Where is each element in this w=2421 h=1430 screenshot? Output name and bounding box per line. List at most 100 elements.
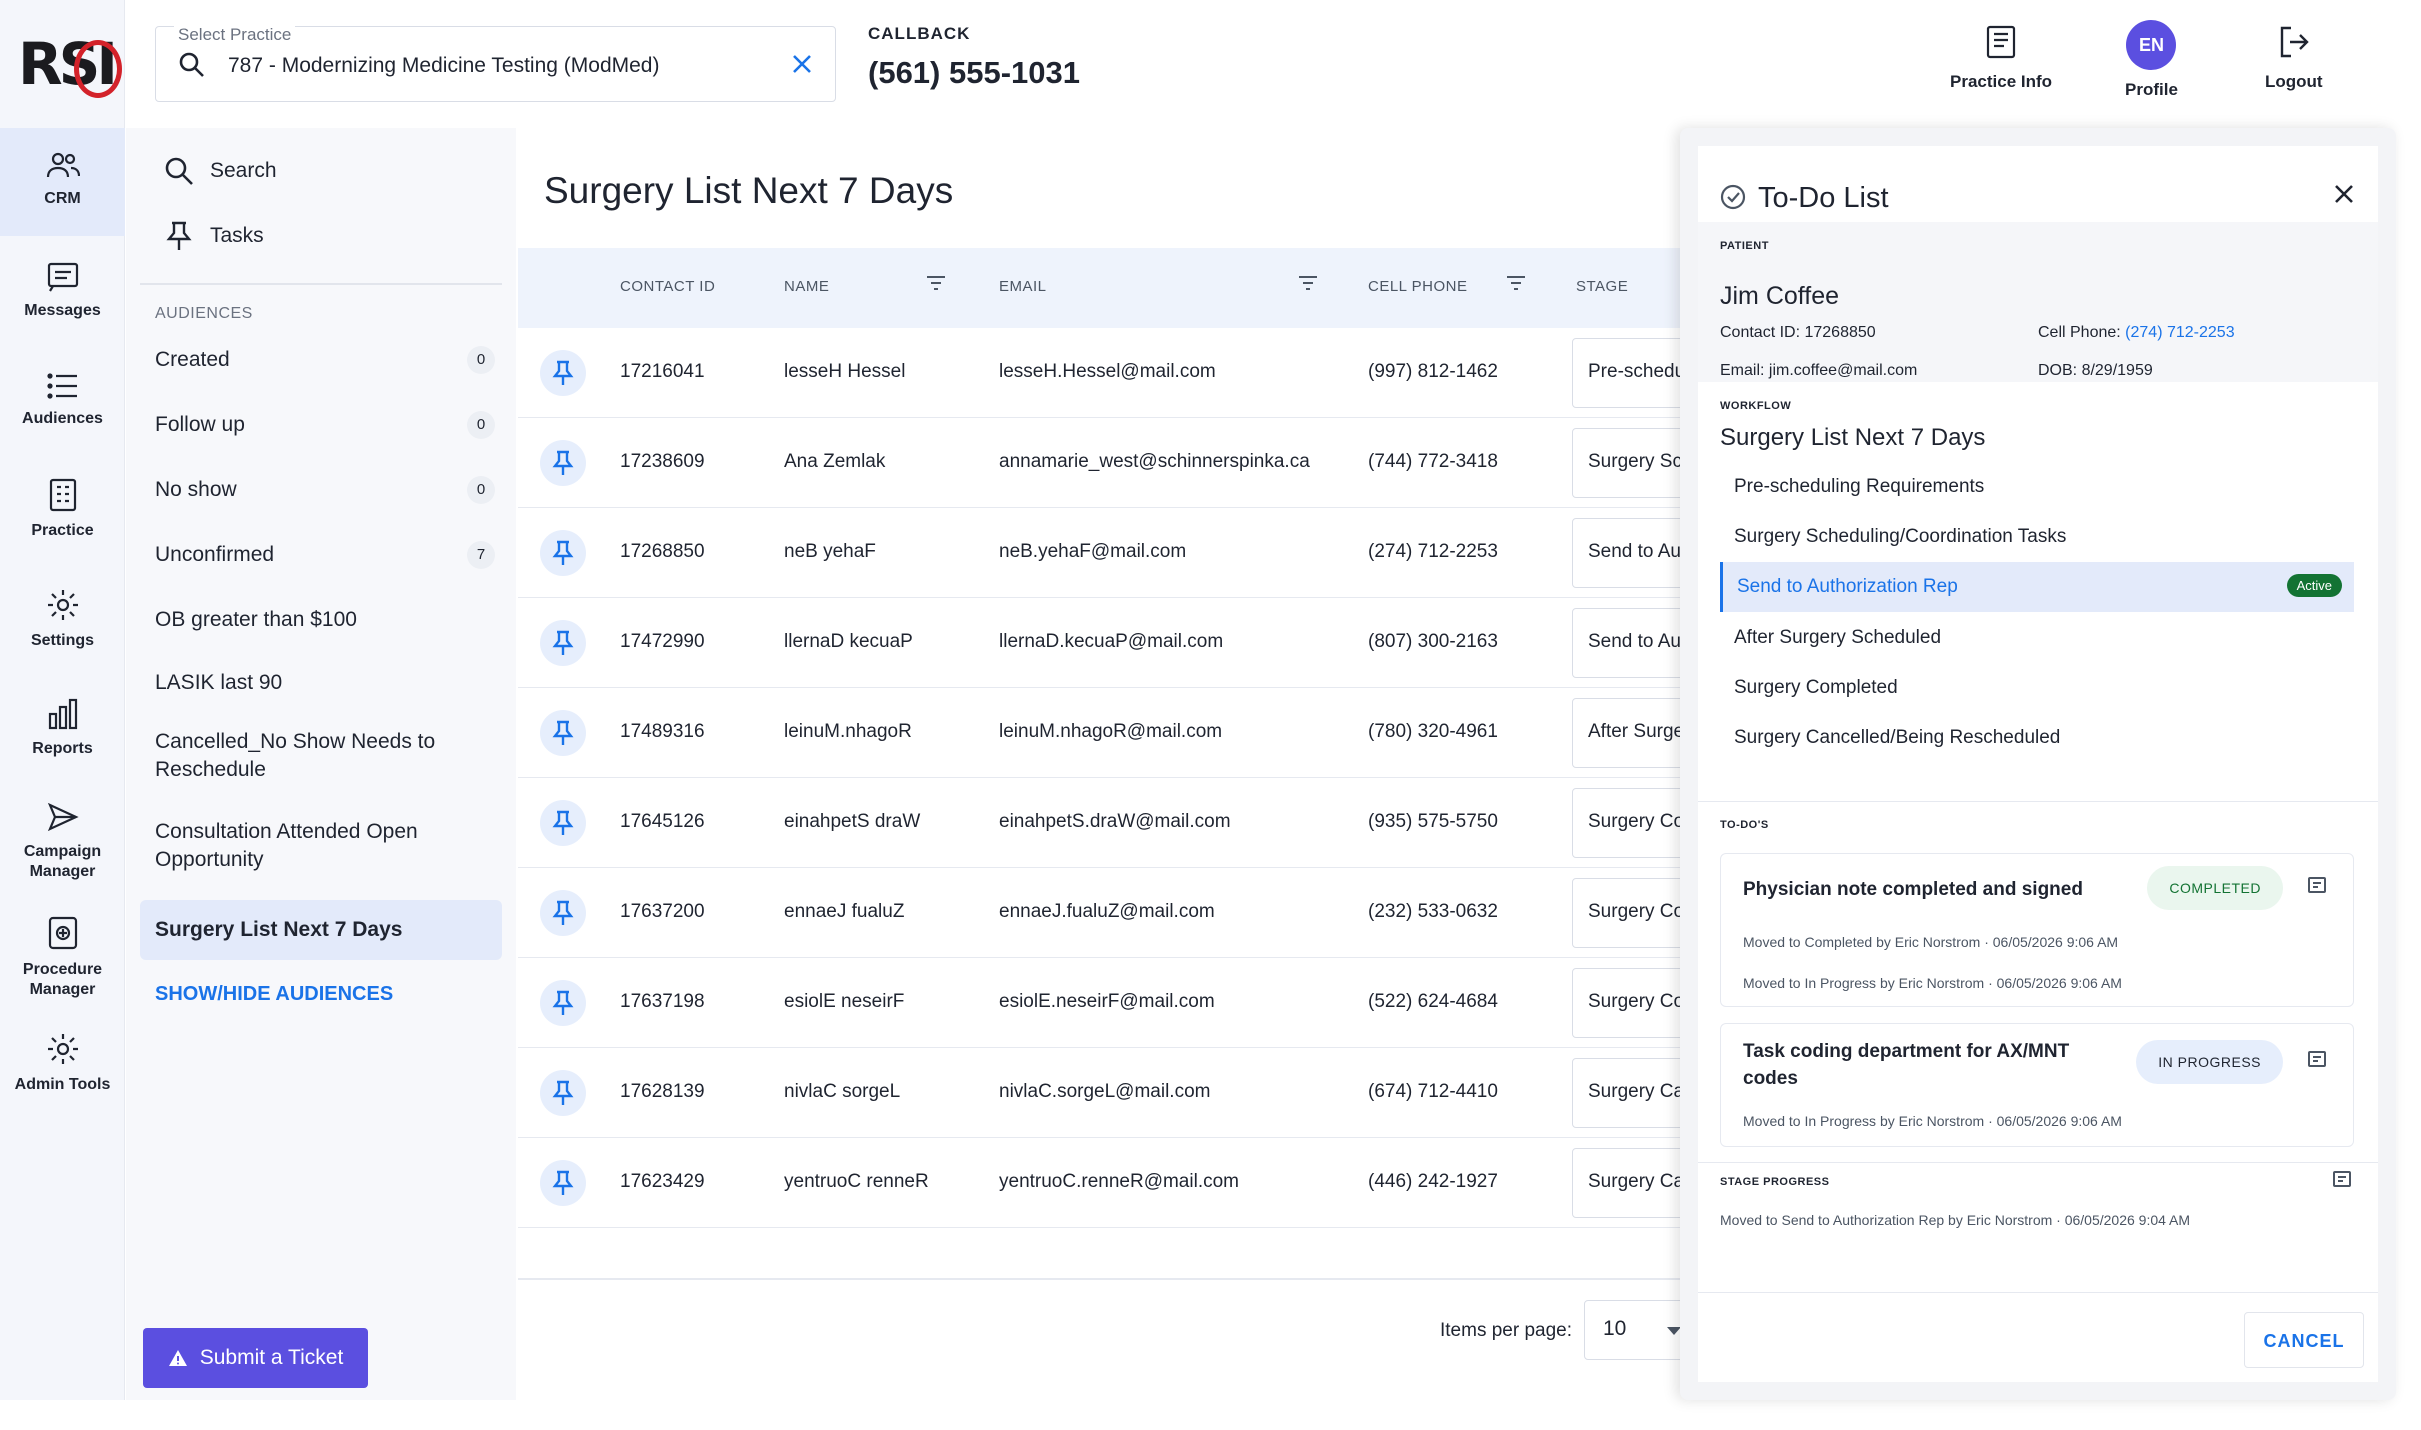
pin-button[interactable]	[540, 890, 586, 936]
table-row[interactable]: 17645126 einahpetS draW einahpetS.draW@mai…	[518, 778, 1712, 868]
audience-item-ob-greater[interactable]: OB greater than $100	[155, 606, 495, 634]
contact-id-cell: 17637198	[620, 991, 705, 1012]
pin-button[interactable]	[540, 1160, 586, 1206]
workflow-step[interactable]: Surgery Completed	[1720, 663, 2354, 713]
items-per-page-select[interactable]: 10	[1584, 1300, 1694, 1360]
table-row[interactable]: 17268850 neB yehaF neB.yehaF@mail.com (274)…	[518, 508, 1712, 598]
column-header-contact-id[interactable]: CONTACT ID	[620, 278, 715, 295]
cell-phone-cell: (807) 300-2163	[1368, 631, 1498, 652]
nav-audiences[interactable]: Audiences	[0, 372, 125, 428]
name-cell: llernaD kecuaP	[784, 631, 913, 652]
todo-card[interactable]: Task coding department for AX/MNT codes …	[1720, 1023, 2354, 1147]
column-header-stage[interactable]: STAGE	[1576, 278, 1628, 295]
note-icon[interactable]	[2307, 1050, 2327, 1070]
audience-item-created[interactable]: Created 0	[155, 346, 495, 374]
workflow-step[interactable]: Surgery Scheduling/Coordination Tasks	[1720, 512, 2354, 562]
filter-icon[interactable]	[1298, 274, 1318, 292]
column-header-email[interactable]: EMAIL	[999, 278, 1047, 295]
email-cell: leinuM.nhagoR@mail.com	[999, 721, 1223, 742]
audience-item-unconfirmed[interactable]: Unconfirmed 7	[155, 541, 495, 569]
audience-count: 7	[467, 541, 495, 569]
pin-button[interactable]	[540, 620, 586, 666]
practice-selector[interactable]: Select Practice 787 - Modernizing Medici…	[155, 25, 836, 102]
nav-campaign-manager[interactable]: Campaign Manager	[0, 802, 125, 882]
message-icon	[47, 262, 78, 292]
pin-button[interactable]	[540, 350, 586, 396]
patient-contact-id: Contact ID: 17268850	[1720, 324, 1876, 341]
workflow-step[interactable]: Surgery Cancelled/Being Rescheduled	[1720, 713, 2354, 763]
nav-settings[interactable]: Settings	[0, 588, 125, 650]
check-circle-icon	[1720, 184, 1746, 210]
filter-icon[interactable]	[926, 274, 946, 292]
audience-item-surgery-list[interactable]: Surgery List Next 7 Days	[140, 900, 502, 960]
todo-card[interactable]: Physician note completed and signed COMP…	[1720, 853, 2354, 1007]
close-icon[interactable]	[2332, 182, 2356, 206]
cell-phone-cell: (232) 533-0632	[1368, 901, 1498, 922]
rsi-logo: RSI	[18, 30, 122, 100]
table-row[interactable]: 17489316 leinuM.nhagoR leinuM.nhagoR@mail.…	[518, 688, 1712, 778]
pin-button[interactable]	[540, 440, 586, 486]
stage-progress-log: Moved to Send to Authorization Rep by Er…	[1720, 1212, 2191, 1228]
table-row[interactable]: 17637200 ennaeJ fualuZ ennaeJ.fualuZ@mail.…	[518, 868, 1712, 958]
pin-button[interactable]	[540, 530, 586, 576]
status-badge: COMPLETED	[2147, 866, 2283, 910]
book-icon	[1986, 25, 2016, 59]
pin-button[interactable]	[540, 980, 586, 1026]
sidebar-tasks[interactable]: Tasks	[164, 220, 264, 252]
todo-card-log: Moved to In Progress by Eric Norstrom · …	[1743, 975, 2122, 991]
practice-selector-value[interactable]: 787 - Modernizing Medicine Testing (ModM…	[228, 54, 659, 78]
profile-button[interactable]: EN Profile	[2125, 20, 2178, 100]
practice-info-button[interactable]: Practice Info	[1950, 20, 2052, 92]
name-cell: einahpetS draW	[784, 811, 921, 832]
submit-ticket-button[interactable]: Submit a Ticket	[143, 1328, 368, 1388]
show-hide-audiences-link[interactable]: SHOW/HIDE AUDIENCES	[155, 983, 393, 1006]
workflow-step[interactable]: After Surgery Scheduled	[1720, 613, 2354, 663]
dropdown-arrow-icon	[1667, 1327, 1681, 1335]
note-icon[interactable]	[2332, 1170, 2352, 1190]
name-cell: lesseH Hessel	[784, 361, 906, 382]
nav-messages[interactable]: Messages	[0, 262, 125, 320]
name-cell: esiolE neseirF	[784, 991, 905, 1012]
audience-item-no-show[interactable]: No show 0	[155, 476, 495, 504]
pin-button[interactable]	[540, 710, 586, 756]
pin-icon	[552, 360, 574, 385]
todo-panel-title: To-Do List	[1758, 182, 1889, 214]
contact-id-cell: 17645126	[620, 811, 705, 832]
table-row[interactable]: 17238609 Ana Zemlak annamarie_west@schinne…	[518, 418, 1712, 508]
pin-button[interactable]	[540, 1070, 586, 1116]
column-header-cell-phone[interactable]: CELL PHONE	[1368, 278, 1467, 295]
filter-icon[interactable]	[1506, 274, 1526, 292]
audience-item-cancelled-no-show[interactable]: Cancelled_No Show Needs to Reschedule	[155, 728, 455, 784]
pin-button[interactable]	[540, 800, 586, 846]
audience-item-follow-up[interactable]: Follow up 0	[155, 411, 495, 439]
patient-cell-phone-link[interactable]: (274) 712-2253	[2125, 324, 2234, 341]
nav-crm[interactable]: CRM	[0, 128, 125, 236]
sidebar-search[interactable]: Search	[164, 156, 277, 186]
close-icon[interactable]	[787, 49, 817, 79]
audience-item-consultation[interactable]: Consultation Attended Open Opportunity	[155, 818, 455, 874]
active-badge: Active	[2286, 574, 2342, 597]
column-header-name[interactable]: NAME	[784, 278, 829, 295]
contact-id-cell: 17472990	[620, 631, 705, 652]
table-row[interactable]: 17628139 nivlaC sorgeL nivlaC.sorgeL@mail.…	[518, 1048, 1712, 1138]
note-icon[interactable]	[2307, 876, 2327, 896]
workflow-step-active[interactable]: Send to Authorization Rep Active	[1720, 562, 2354, 612]
table-row[interactable]: 17472990 llernaD kecuaP llernaD.kecuaP@mai…	[518, 598, 1712, 688]
table-row[interactable]: 17216041 lesseH Hessel lesseH.Hessel@mail.…	[518, 328, 1712, 418]
workflow-step[interactable]: Pre-scheduling Requirements	[1720, 462, 2354, 512]
nav-procedure-manager[interactable]: Procedure Manager	[0, 916, 125, 1000]
nav-reports[interactable]: Reports	[0, 698, 125, 758]
name-cell: yentruoC renneR	[784, 1171, 929, 1192]
table-header: CONTACT ID NAME EMAIL CELL PHONE STAGE	[518, 248, 1688, 328]
logout-button[interactable]: Logout	[2265, 20, 2323, 92]
pin-icon	[552, 990, 574, 1015]
todo-card-title: Task coding department for AX/MNT codes	[1743, 1041, 2070, 1089]
nav-practice[interactable]: Practice	[0, 478, 125, 540]
email-cell: annamarie_west@schinnerspinka.ca	[999, 451, 1310, 472]
table-row[interactable]: 17623429 yentruoC renneR yentruoC.renneR@m…	[518, 1138, 1712, 1228]
gear-icon	[47, 590, 78, 620]
table-row[interactable]: 17637198 esiolE neseirF esiolE.neseirF@mai…	[518, 958, 1712, 1048]
cancel-button[interactable]: CANCEL	[2244, 1312, 2364, 1368]
audience-item-lasik[interactable]: LASIK last 90	[155, 669, 495, 697]
nav-admin-tools[interactable]: Admin Tools	[0, 1032, 125, 1094]
